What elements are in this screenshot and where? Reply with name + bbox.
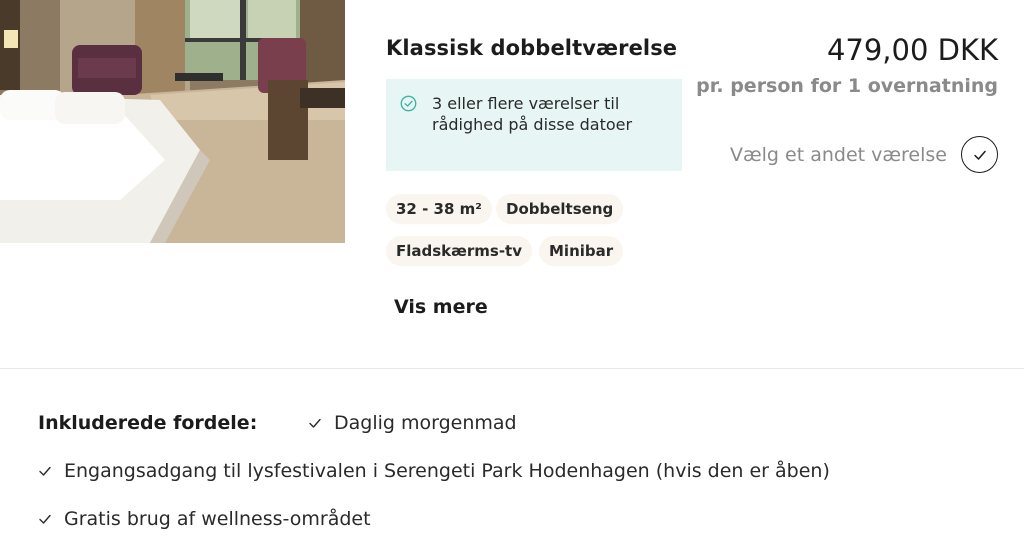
price-note: pr. person for 1 overnatning bbox=[696, 75, 998, 97]
select-room-label: Vælg et andet værelse bbox=[730, 143, 947, 166]
checkmark-icon bbox=[39, 466, 51, 476]
feature-tag-size: 32 - 38 m² bbox=[386, 194, 492, 224]
availability-text: 3 eller flere værelser til rådighed på d… bbox=[432, 94, 633, 134]
benefit-item: Gratis brug af wellness-området bbox=[38, 508, 371, 530]
section-divider bbox=[0, 368, 1024, 369]
select-room-toggle[interactable] bbox=[961, 136, 998, 173]
benefits-heading: Inkluderede fordele: bbox=[38, 412, 258, 434]
benefit-item: Engangsadgang til lysfestivalen i Sereng… bbox=[38, 460, 830, 482]
checkmark-icon bbox=[39, 514, 51, 524]
checkmark-icon bbox=[309, 418, 321, 428]
show-more-link[interactable]: Vis mere bbox=[394, 296, 488, 318]
benefit-label: Engangsadgang til lysfestivalen i Sereng… bbox=[64, 460, 830, 482]
room-photo-image bbox=[0, 0, 345, 243]
benefit-label: Gratis brug af wellness-området bbox=[64, 508, 371, 530]
benefit-label: Daglig morgenmad bbox=[334, 412, 517, 434]
feature-tag-bed: Dobbeltseng bbox=[496, 194, 624, 224]
room-price: 479,00 DKK bbox=[826, 33, 998, 67]
check-circle-icon bbox=[400, 95, 417, 112]
benefit-item: Daglig morgenmad bbox=[308, 412, 517, 434]
checkmark-icon bbox=[973, 150, 986, 160]
feature-tag-minibar: Minibar bbox=[539, 236, 624, 266]
room-title: Klassisk dobbeltværelse bbox=[386, 36, 678, 60]
select-room-button[interactable]: Vælg et andet værelse bbox=[730, 136, 998, 173]
availability-notice: 3 eller flere værelser til rådighed på d… bbox=[386, 79, 682, 171]
room-photo[interactable] bbox=[0, 0, 345, 243]
feature-tag-tv: Fladskærms-tv bbox=[386, 236, 532, 266]
